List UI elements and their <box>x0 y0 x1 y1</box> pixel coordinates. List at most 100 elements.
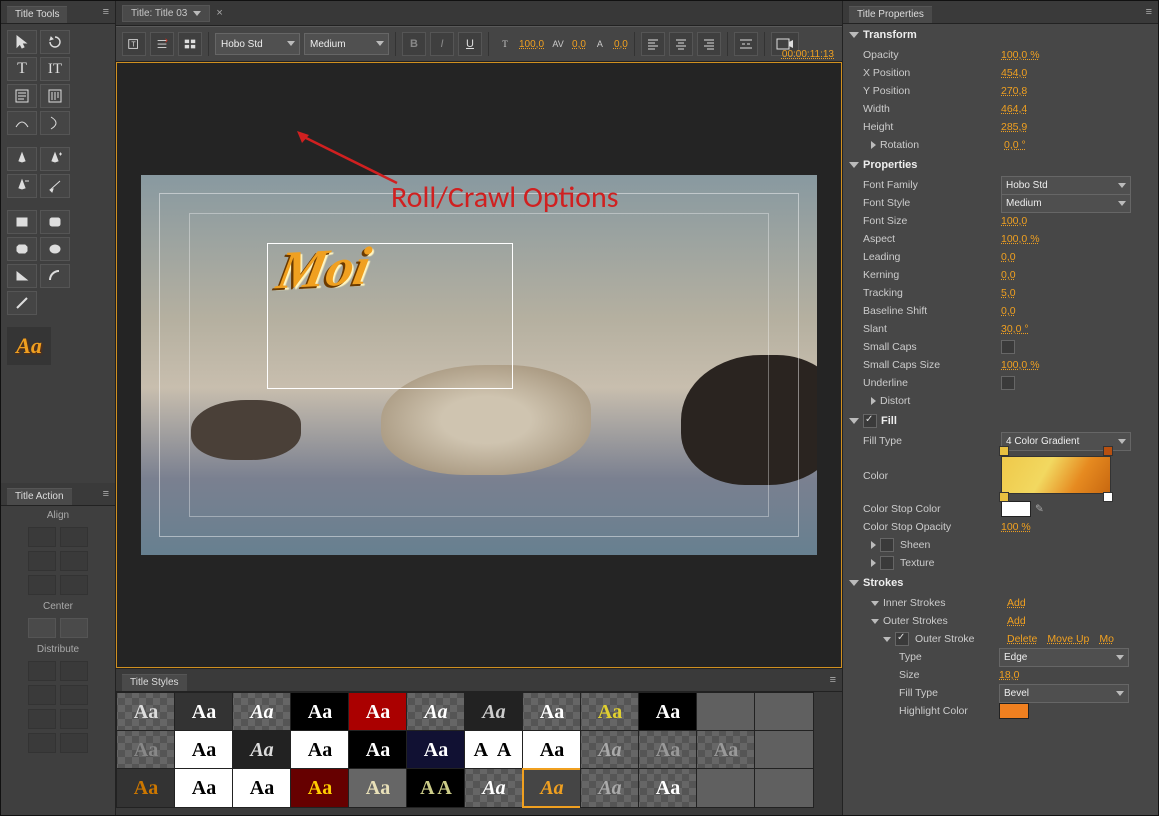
style-swatch[interactable]: Aa <box>290 730 350 770</box>
aspect-value[interactable]: 100,0 % <box>1001 233 1040 245</box>
title-styles-tab[interactable]: Title Styles <box>122 674 187 691</box>
transform-section[interactable]: Transform <box>843 24 1158 46</box>
close-tab-icon[interactable]: × <box>216 7 222 19</box>
underline-button[interactable]: U <box>458 32 482 56</box>
style-swatch[interactable]: Aa <box>406 730 466 770</box>
dist-4[interactable] <box>60 685 88 705</box>
style-swatch[interactable]: Aa <box>174 768 234 808</box>
style-swatch[interactable]: Aa <box>696 730 756 770</box>
style-swatch[interactable]: Aa <box>232 730 292 770</box>
pen-tool[interactable] <box>7 147 37 171</box>
os-hl-swatch[interactable] <box>999 703 1029 719</box>
style-swatch[interactable] <box>754 692 814 732</box>
style-swatch[interactable]: Aa <box>580 768 640 808</box>
style-swatch[interactable]: Aa <box>348 730 408 770</box>
style-swatch[interactable]: Aa <box>638 692 698 732</box>
align-center-text-button[interactable] <box>669 32 693 56</box>
style-swatch[interactable]: Aa <box>580 730 640 770</box>
kerning-value[interactable]: 0,0 <box>572 39 586 50</box>
style-swatch[interactable] <box>696 692 756 732</box>
panel-menu-icon[interactable]: ≡ <box>830 674 836 686</box>
style-swatch[interactable]: Aa <box>464 768 524 808</box>
leading-value[interactable]: 0,0 <box>1001 251 1016 263</box>
style-swatch-selected[interactable]: Aa <box>522 768 582 808</box>
opacity-value[interactable]: 100,0 % <box>1001 49 1040 61</box>
baseline-value[interactable]: 0,0 <box>1001 305 1016 317</box>
path-type-tool[interactable] <box>7 111 37 135</box>
align-hcenter-button[interactable] <box>28 551 56 571</box>
fontsty-select[interactable]: Medium <box>1001 194 1131 213</box>
style-swatch[interactable]: A A <box>406 768 466 808</box>
align-right-button[interactable] <box>28 575 56 595</box>
fill-section[interactable]: Fill <box>843 410 1158 432</box>
center-v-button[interactable] <box>60 618 88 638</box>
colorstop-swatch[interactable] <box>1001 501 1031 517</box>
style-swatch[interactable]: Aa <box>174 692 234 732</box>
timecode-value[interactable]: 00:00:11:13 <box>782 49 834 60</box>
style-swatch[interactable]: Aa <box>290 692 350 732</box>
clipped-rect-tool[interactable] <box>7 237 37 261</box>
width-value[interactable]: 464,4 <box>1001 103 1027 115</box>
align-left-button[interactable] <box>28 527 56 547</box>
underline-checkbox[interactable] <box>1001 376 1015 390</box>
arc-tool[interactable] <box>40 264 70 288</box>
outer-stroke-add[interactable]: Add <box>1007 615 1026 627</box>
dist-5[interactable] <box>28 709 56 729</box>
title-tools-tab[interactable]: Title Tools <box>7 6 67 23</box>
gradient-stop-tr[interactable] <box>1103 446 1113 456</box>
inner-stroke-add[interactable]: Add <box>1007 597 1026 609</box>
add-anchor-tool[interactable] <box>40 147 70 171</box>
gradient-stop-bl[interactable] <box>999 492 1009 502</box>
strokes-section[interactable]: Strokes <box>843 572 1158 594</box>
outerstroke-delete[interactable]: Delete <box>1007 633 1037 645</box>
dist-7[interactable] <box>28 733 56 753</box>
type-tool[interactable]: T <box>7 57 37 81</box>
rounded-rect-tool[interactable] <box>40 210 70 234</box>
dist-8[interactable] <box>60 733 88 753</box>
style-swatch[interactable]: Aa <box>522 692 582 732</box>
fill-checkbox[interactable] <box>863 414 877 428</box>
gradient-stop-br[interactable] <box>1103 492 1113 502</box>
align-bottom-button[interactable] <box>60 575 88 595</box>
roll-crawl-button[interactable] <box>150 32 174 56</box>
align-left-text-button[interactable] <box>641 32 665 56</box>
panel-menu-icon[interactable]: ≡ <box>1146 6 1152 18</box>
vertical-type-tool[interactable]: IT <box>40 57 70 81</box>
chevron-down-icon[interactable] <box>193 11 201 16</box>
properties-section[interactable]: Properties <box>843 154 1158 176</box>
tracking-value[interactable]: 5,0 <box>1001 287 1016 299</box>
align-top-button[interactable] <box>60 527 88 547</box>
wedge-tool[interactable] <box>7 264 37 288</box>
style-swatch[interactable]: Aa <box>406 692 466 732</box>
style-swatch[interactable]: Aa <box>638 730 698 770</box>
delete-anchor-tool[interactable] <box>7 174 37 198</box>
outerstroke-moveup[interactable]: Move Up <box>1047 633 1089 645</box>
style-swatch[interactable]: Aa <box>638 768 698 808</box>
style-swatch[interactable] <box>696 768 756 808</box>
eyedropper-icon[interactable]: ✎ <box>1035 503 1044 515</box>
style-swatch[interactable]: Aa <box>232 768 292 808</box>
align-right-text-button[interactable] <box>697 32 721 56</box>
align-vcenter-button[interactable] <box>60 551 88 571</box>
rotation-value[interactable]: 0,0 ° <box>1004 139 1026 151</box>
bold-button[interactable]: B <box>402 32 426 56</box>
dist-3[interactable] <box>28 685 56 705</box>
outerstroke-checkbox[interactable] <box>895 632 909 646</box>
selection-tool[interactable] <box>7 30 37 54</box>
center-h-button[interactable] <box>28 618 56 638</box>
ellipse-tool[interactable] <box>40 237 70 261</box>
tab-stops-button[interactable] <box>734 32 758 56</box>
style-swatch[interactable]: Aa <box>522 730 582 770</box>
new-title-button[interactable]: T <box>122 32 146 56</box>
style-swatch[interactable] <box>754 730 814 770</box>
style-swatch[interactable]: Aa <box>116 730 176 770</box>
title-canvas[interactable]: Moi <box>141 175 817 555</box>
templates-button[interactable] <box>178 32 202 56</box>
style-swatch[interactable]: Aa <box>232 692 292 732</box>
height-value[interactable]: 285,9 <box>1001 121 1027 133</box>
convert-anchor-tool[interactable] <box>40 174 70 198</box>
leading-value[interactable]: 0,0 <box>614 39 628 50</box>
style-swatch[interactable]: Aa <box>348 692 408 732</box>
os-fill-select[interactable]: Bevel <box>999 684 1129 703</box>
fontfam-select[interactable]: Hobo Std <box>1001 176 1131 195</box>
